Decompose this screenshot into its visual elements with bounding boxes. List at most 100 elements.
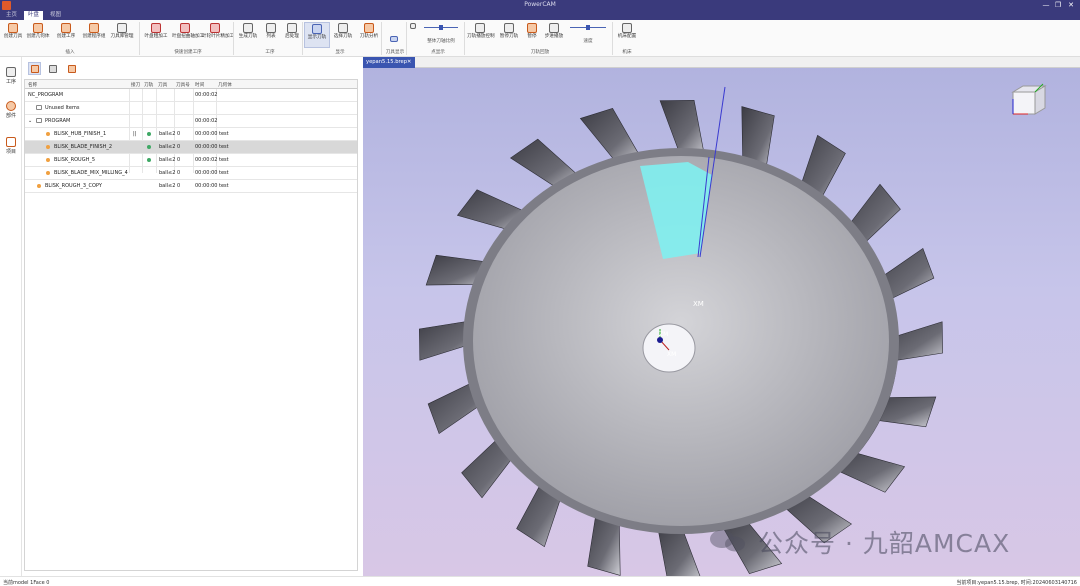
column-tool-number[interactable]: 刀具号	[176, 82, 190, 88]
point-toggle-button[interactable]	[408, 22, 418, 48]
close-tab-icon[interactable]: ✕	[407, 57, 411, 68]
panel-tool-tool[interactable]	[46, 62, 59, 75]
column-cut[interactable]: 接刀	[131, 82, 140, 88]
operation-view-icon	[31, 65, 39, 73]
create-geometry-button[interactable]: 创建几何体	[25, 22, 51, 48]
tab-blisk[interactable]: 叶盘	[24, 11, 44, 20]
view-cube[interactable]	[1011, 83, 1047, 115]
folder-icon	[36, 118, 42, 123]
generate-path-icon	[243, 23, 253, 33]
tree-header: 名称 接刀 刀轨 刀具 刀具号 时间 几何体	[25, 80, 357, 89]
title-bar: PowerCAM — ❐ ✕	[0, 0, 1080, 11]
operation-status-icon	[46, 145, 50, 149]
ribbon-separator	[381, 22, 382, 55]
group-display-label: 显示	[335, 50, 345, 55]
geometry-create-icon	[33, 23, 43, 33]
collapse-chevron-icon[interactable]: ⌄	[28, 118, 32, 124]
operation-tree: 名称 接刀 刀轨 刀具 刀具号 时间 几何体 NC_PROGRAM 00:00:…	[24, 79, 358, 571]
path-analysis-icon	[364, 23, 374, 33]
list-icon	[266, 23, 276, 33]
path-analysis-button[interactable]: 刀轨分析	[356, 22, 382, 48]
viewport-3d[interactable]: ZM XM XM	[363, 57, 1080, 583]
tool-axis-scale-slider[interactable]	[424, 25, 458, 30]
ribbon-separator	[612, 22, 613, 55]
pause-icon	[527, 23, 537, 33]
blisk-hub-icon	[180, 23, 190, 33]
group-quick-create-label: 快速创建工序	[174, 50, 202, 55]
tree-row-operation[interactable]: BLISK_BLADE_MIX_MILLING_4 ball≤2 0 00:00…	[25, 167, 357, 180]
operation-status-icon	[46, 132, 50, 136]
blade-finish-button[interactable]: 叶轮叶片精加工	[202, 22, 234, 48]
bore-hole	[642, 323, 696, 373]
create-tool-button[interactable]: 创建刀具	[0, 22, 26, 48]
machine-config-button[interactable]: 机床配置	[614, 22, 640, 48]
column-geometry[interactable]: 几何体	[218, 82, 232, 88]
minimize-button[interactable]: —	[1040, 0, 1052, 11]
tree-row-operation[interactable]: BLISK_ROUGH_3_COPY ball≤2 0 00:00:00 tes…	[25, 180, 357, 193]
panel-tool-operation[interactable]	[28, 62, 41, 75]
select-path-button[interactable]: 选择刀轨	[330, 22, 356, 48]
sidebar-item-operation[interactable]: 工序	[1, 67, 21, 85]
tree-row-operation[interactable]: BLISK_ROUGH_5 ball≤2 0 00:00:02 test	[25, 154, 357, 167]
playback-speed-slider[interactable]	[570, 25, 606, 30]
create-program-group-button[interactable]: 创建程序组	[81, 22, 107, 48]
ribbon: 创建刀具 创建几何体 创建工序 创建程序组 刀具库管理 插入 叶盘粗加工 叶盘扭…	[0, 20, 1080, 57]
playback-speed-knob[interactable]	[586, 25, 590, 30]
group-machine-label: 机床	[622, 50, 632, 55]
tool-display-icon	[390, 36, 398, 42]
close-button[interactable]: ✕	[1065, 0, 1077, 11]
blisk-rough-button[interactable]: 叶盘粗加工	[143, 22, 169, 48]
window-title: PowerCAM	[524, 1, 556, 8]
document-tab[interactable]: yepan5.15.brep ✕	[363, 57, 415, 68]
tree-row-operation[interactable]: BLISK_HUB_FINISH_1 || ball≤2 0 00:00:00 …	[25, 128, 357, 141]
sidebar-item-part[interactable]: 部件	[1, 101, 21, 119]
ribbon-separator	[302, 22, 303, 55]
step-back-button[interactable]: 步进播放	[541, 22, 567, 48]
speed-label: 速度	[583, 39, 593, 44]
point-icon	[410, 23, 416, 29]
folder-icon	[36, 105, 42, 110]
create-operation-button[interactable]: 创建工序	[53, 22, 79, 48]
tree-row-operation-selected[interactable]: BLISK_BLADE_FINISH_2 ball≤2 0 00:00:00 t…	[25, 141, 357, 154]
project-icon	[6, 137, 16, 147]
wechat-logo-icon	[710, 530, 745, 552]
operation-status-icon	[37, 184, 41, 188]
group-playback-label: 刀轨回放	[530, 50, 550, 55]
blade-finish-icon	[210, 23, 220, 33]
tree-row-nc-program[interactable]: NC_PROGRAM 00:00:02	[25, 89, 357, 102]
tool-library-button[interactable]: 刀具库管理	[109, 22, 135, 48]
tab-home[interactable]: 主页	[2, 11, 21, 20]
path-play-icon	[475, 23, 485, 33]
operation-create-icon	[61, 23, 71, 33]
axis-label-xm: XM	[667, 351, 676, 358]
column-tool[interactable]: 刀具	[158, 82, 167, 88]
document-tab-strip	[363, 57, 1080, 68]
tool-create-icon	[8, 23, 18, 33]
column-name[interactable]: 名称	[28, 82, 37, 88]
tab-view[interactable]: 视图	[46, 11, 65, 20]
tree-row-unused-items[interactable]: Unused Items	[25, 102, 357, 115]
column-path[interactable]: 刀轨	[144, 82, 153, 88]
blisk-hub-button[interactable]: 叶盘扭曲轴加工	[172, 22, 204, 48]
blisk-rough-icon	[151, 23, 161, 33]
sidebar-item-project[interactable]: 项目	[1, 137, 21, 155]
machine-config-icon	[622, 23, 632, 33]
group-operation-label: 工序	[265, 50, 275, 55]
panel-tool-geometry[interactable]	[65, 62, 78, 75]
column-time[interactable]: 时间	[195, 82, 204, 88]
status-left: 当前model 1Face 0	[3, 580, 50, 586]
blisk-model-graphic[interactable]: ZM XM XM	[363, 57, 1080, 583]
path-play-control-button[interactable]: 刀轨播放控制	[467, 22, 495, 48]
post-process-icon	[287, 23, 297, 33]
tree-row-program[interactable]: ⌄ PROGRAM 00:00:02	[25, 115, 357, 128]
group-point-display-label: 点显示	[431, 50, 445, 55]
tool-library-icon	[117, 23, 127, 33]
operation-icon	[6, 67, 16, 77]
show-path-button[interactable]: 显示刀轨	[304, 22, 330, 48]
restore-button[interactable]: ❐	[1052, 0, 1064, 11]
group-insert-label: 插入	[65, 50, 75, 55]
tool-axis-scale-label: 整体刀轴比例	[427, 39, 455, 44]
tool-display-button[interactable]	[383, 22, 405, 48]
tool-axis-scale-knob[interactable]	[439, 25, 443, 30]
tool-view-icon	[49, 65, 57, 73]
